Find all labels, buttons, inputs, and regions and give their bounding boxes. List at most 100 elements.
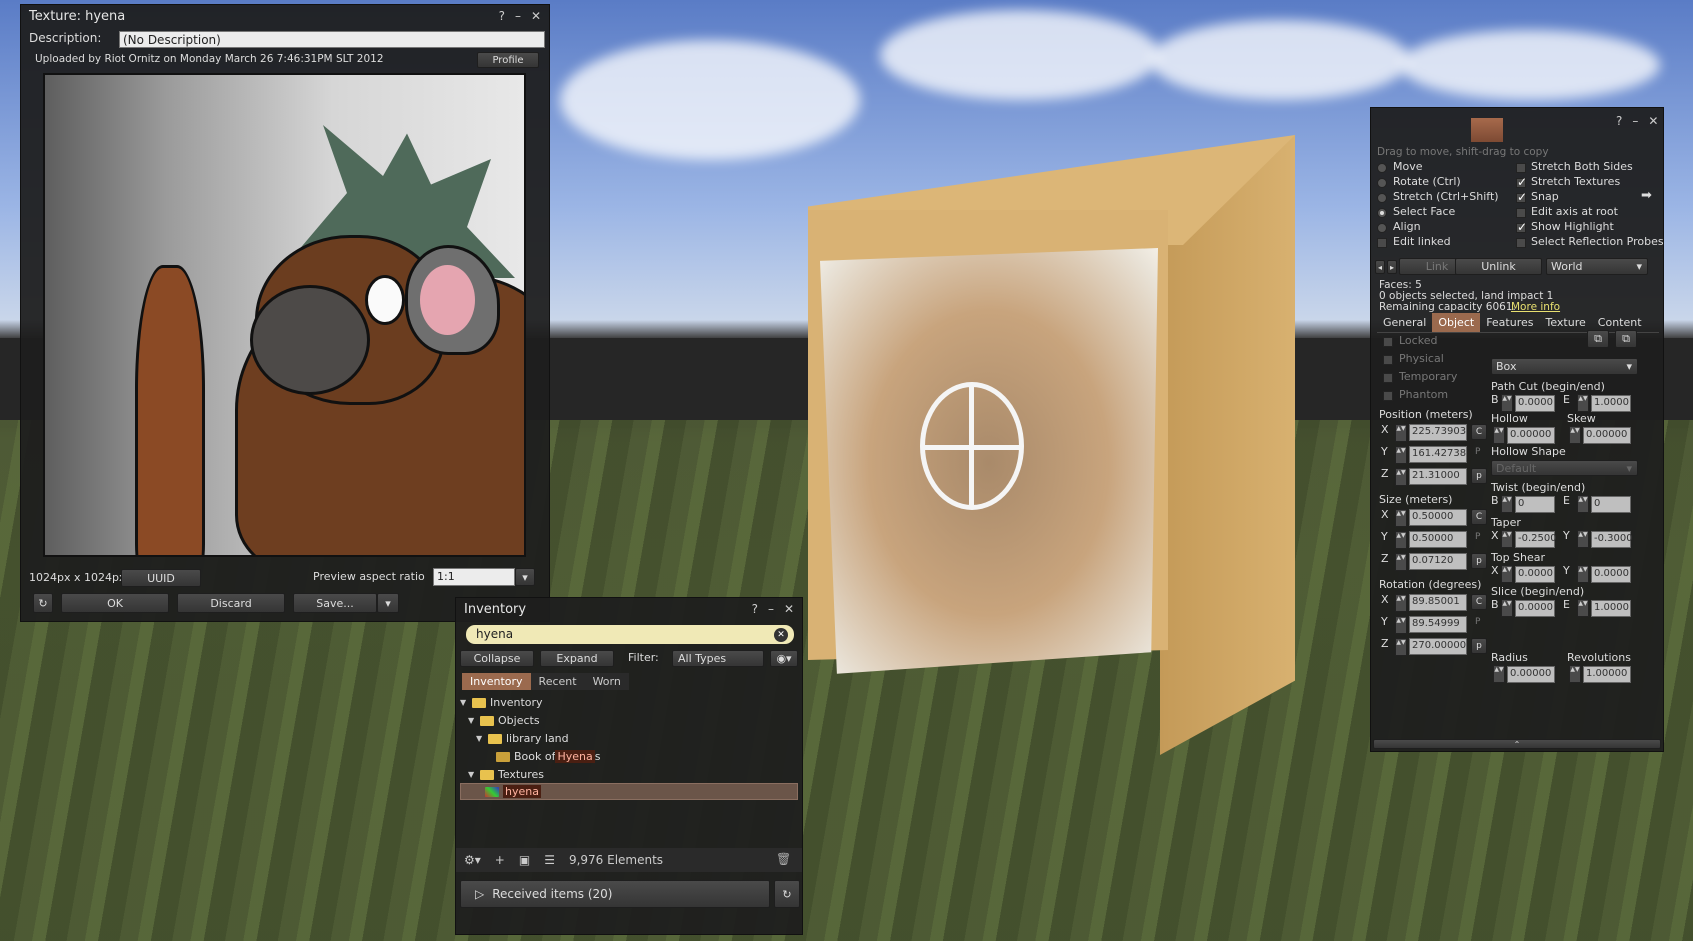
trash-icon[interactable]: 🗑 [776,852,791,866]
minimize-icon[interactable]: – [515,9,521,23]
add-icon[interactable]: + [495,853,505,867]
pos-x-spinner[interactable]: ▲▼ [1395,424,1407,442]
copy-rotation-button[interactable]: C [1471,594,1487,610]
paste-rotation-button[interactable]: p [1471,638,1487,654]
taper-x-field[interactable]: -0.2500 [1515,531,1557,548]
save-options-chevron-icon[interactable]: ▾ [377,593,399,613]
aspect-select[interactable]: 1:1 [433,568,515,586]
tab-worn[interactable]: Worn [585,673,629,690]
taper-y-field[interactable]: -0.3000 [1591,531,1633,548]
mode-move-radio[interactable] [1377,163,1387,173]
tab-features[interactable]: Features [1480,313,1539,332]
twist-b-spinner[interactable]: ▲▼ [1501,495,1513,513]
mode-stretch-radio[interactable] [1377,193,1387,203]
pos-z-spinner[interactable]: ▲▼ [1395,468,1407,486]
prev-link-icon[interactable]: ◂ [1375,260,1385,274]
refresh-icon[interactable]: ↻ [774,880,800,908]
locked-checkbox[interactable] [1383,337,1393,347]
rot-x-field[interactable]: 89.85001 [1409,594,1467,611]
chevron-down-icon[interactable]: ▾ [515,568,535,586]
create-tool-wand-icon[interactable] [1517,118,1549,142]
rot-z-field[interactable]: 270.00000 [1409,638,1467,655]
path-cut-e-spinner[interactable]: ▲▼ [1577,394,1589,412]
edit-axis-root-checkbox[interactable] [1516,208,1526,218]
size-z-field[interactable]: 0.07120 [1409,553,1467,570]
received-items-button[interactable]: ▷ Received items (20) [460,880,770,908]
ok-button[interactable]: OK [61,593,169,613]
slice-b-spinner[interactable]: ▲▼ [1501,599,1513,617]
slice-b-field[interactable]: 0.0000 [1515,600,1555,617]
mode-align-radio[interactable] [1377,223,1387,233]
top-shear-y-field[interactable]: 0.0000 [1591,566,1631,583]
size-x-field[interactable]: 0.50000 [1409,509,1467,526]
show-highlight-checkbox[interactable] [1516,220,1527,234]
tab-texture[interactable]: Texture [1540,313,1592,332]
path-cut-b-field[interactable]: 0.0000 [1515,395,1555,412]
paste-position-button[interactable]: P [1475,447,1480,457]
rot-x-spinner[interactable]: ▲▼ [1395,594,1407,612]
tree-item-hyena-selected[interactable]: hyena [460,783,798,800]
path-cut-e-field[interactable]: 1.0000 [1591,395,1631,412]
skew-field[interactable]: 0.00000 [1583,427,1631,444]
help-icon[interactable]: ? [1616,114,1622,128]
shape-select[interactable]: Box ▾ [1491,358,1638,375]
more-info-link[interactable]: More info [1511,301,1560,313]
pos-y-spinner[interactable]: ▲▼ [1395,446,1407,464]
help-icon[interactable]: ? [752,602,758,616]
edit-linked-checkbox[interactable] [1377,238,1387,248]
hollow-field[interactable]: 0.00000 [1507,427,1555,444]
uuid-button[interactable]: UUID [121,569,201,587]
snap-checkbox[interactable] [1516,190,1527,204]
tree-item-book-of-hyenas[interactable]: Book of Hyena s [496,748,600,765]
description-field[interactable]: (No Description) [119,31,545,48]
radius-spinner[interactable]: ▲▼ [1493,665,1505,683]
tree-item-textures[interactable]: ▼ Textures [468,766,544,783]
slice-e-spinner[interactable]: ▲▼ [1577,599,1589,617]
tree-item-objects[interactable]: ▼ Objects [468,712,540,729]
top-shear-x-spinner[interactable]: ▲▼ [1501,565,1513,583]
list-view-icon[interactable]: ☰ [544,853,555,867]
top-shear-x-field[interactable]: 0.0000 [1515,566,1555,583]
copy-size-button[interactable]: C [1471,509,1487,525]
next-link-icon[interactable]: ▸ [1387,260,1397,274]
stretch-both-checkbox[interactable] [1516,163,1526,173]
tab-inventory[interactable]: Inventory [462,673,531,690]
unlink-button[interactable]: Unlink [1455,258,1542,275]
help-icon[interactable]: ? [499,9,505,23]
tab-general[interactable]: General [1377,313,1432,332]
taper-y-spinner[interactable]: ▲▼ [1577,530,1589,548]
discard-button[interactable]: Discard [177,593,285,613]
tab-object[interactable]: Object [1432,313,1481,332]
twist-e-field[interactable]: 0 [1591,496,1631,513]
edit-tool-pointer-icon[interactable] [1471,118,1503,142]
size-x-spinner[interactable]: ▲▼ [1395,509,1407,527]
inventory-titlebar[interactable]: Inventory ? – ✕ [456,598,802,620]
temporary-checkbox[interactable] [1383,373,1393,383]
tree-item-library-land[interactable]: ▼ library land [476,730,569,747]
move-tool-hand-icon[interactable] [1425,118,1457,142]
refresh-icon[interactable]: ↻ [33,593,53,613]
size-z-spinner[interactable]: ▲▼ [1395,553,1407,571]
size-y-spinner[interactable]: ▲▼ [1395,531,1407,549]
twist-e-spinner[interactable]: ▲▼ [1577,495,1589,513]
rot-y-spinner[interactable]: ▲▼ [1395,616,1407,634]
paste-size-button[interactable]: p [1471,553,1487,569]
paste-rotation-button[interactable]: P [1475,617,1480,627]
paste-params-icon[interactable]: ⧉ [1615,330,1637,348]
copy-params-icon[interactable]: ⧉ [1587,330,1609,348]
radius-field[interactable]: 0.00000 [1507,666,1555,683]
texture-titlebar[interactable]: Texture: hyena ? – ✕ [21,5,549,27]
hollow-shape-select[interactable]: Default ▾ [1491,460,1638,476]
arrow-right-icon[interactable]: ➡ [1641,188,1652,203]
expand-button[interactable]: Expand [540,650,614,667]
mode-rotate-radio[interactable] [1377,178,1387,188]
twist-b-field[interactable]: 0 [1515,496,1555,513]
close-icon[interactable]: ✕ [531,9,541,23]
close-icon[interactable]: ✕ [784,602,794,616]
paste-position-button[interactable]: p [1471,468,1487,484]
filter-select[interactable]: All Types [672,650,764,667]
paste-size-button[interactable]: P [1475,532,1480,542]
reflection-probes-checkbox[interactable] [1516,238,1526,248]
eye-icon[interactable]: ◉▾ [770,650,798,667]
copy-position-button[interactable]: C [1471,424,1487,440]
